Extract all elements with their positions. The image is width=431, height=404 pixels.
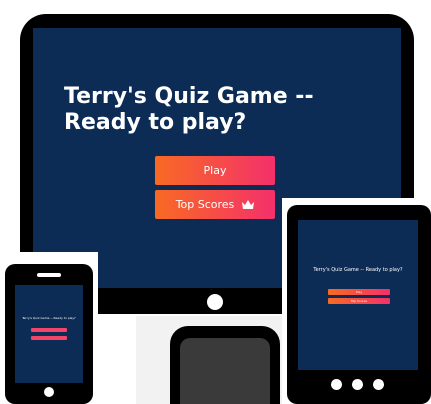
tablet-top-scores-label: Top Scores — [351, 299, 367, 303]
tablet-play-button[interactable]: Play — [328, 289, 390, 295]
crown-icon — [242, 199, 255, 209]
play-button[interactable]: Play — [155, 156, 275, 185]
tablet-button-center[interactable] — [352, 379, 363, 390]
tablet-button-right[interactable] — [373, 379, 384, 390]
top-scores-button-label: Top Scores — [175, 198, 235, 211]
tablet-button-left[interactable] — [331, 379, 342, 390]
monitor-power-dot — [207, 294, 223, 310]
quiz-title: Terry's Quiz Game -- Ready to play? — [64, 84, 314, 136]
top-scores-button[interactable]: Top Scores — [155, 190, 275, 219]
tablet-screen — [298, 220, 418, 370]
tablet-top-scores-button[interactable]: Top Scores — [328, 298, 390, 304]
phone-speaker — [37, 273, 61, 277]
phone-screen — [15, 285, 83, 383]
monitor-stand-inner — [180, 338, 270, 404]
play-button-label: Play — [203, 164, 227, 177]
tablet-quiz-title: Terry's Quiz Game -- Ready to play? — [313, 267, 403, 273]
tablet-play-label: Play — [355, 290, 363, 294]
phone-top-scores-button[interactable] — [31, 336, 67, 340]
phone-quiz-title: Terry's Quiz Game -- Ready to play? — [22, 316, 76, 320]
phone-home-button[interactable] — [44, 387, 54, 397]
phone-play-button[interactable] — [31, 328, 67, 332]
